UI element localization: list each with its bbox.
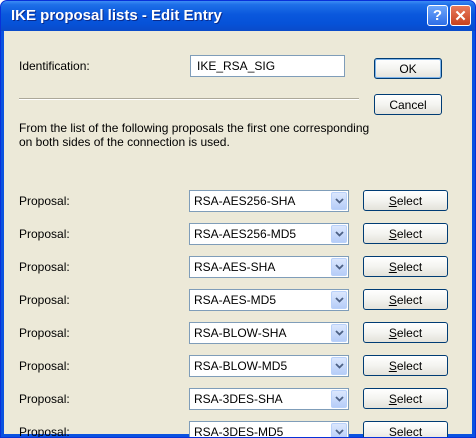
select-button-label: Select (388, 358, 423, 373)
proposal-info-text: From the list of the following proposals… (19, 121, 370, 149)
dropdown-arrow-button[interactable] (331, 225, 347, 243)
select-button[interactable]: Select (363, 421, 448, 438)
select-button[interactable]: Select (363, 388, 448, 409)
proposal-select[interactable]: RSA-3DES-SHA (189, 388, 349, 410)
dropdown-arrow-button[interactable] (331, 390, 347, 408)
dropdown-arrow-button[interactable] (331, 357, 347, 375)
proposal-row: Proposal: RSA-AES256-SHA Select (4, 189, 472, 213)
select-button-label: Select (388, 193, 423, 208)
chevron-down-icon (334, 429, 344, 435)
select-button-label: Select (388, 424, 423, 438)
proposal-label: Proposal: (19, 392, 70, 406)
chevron-down-icon (334, 297, 344, 303)
chevron-down-icon (334, 396, 344, 402)
proposal-value: RSA-AES-SHA (194, 260, 276, 274)
proposal-row: Proposal: RSA-3DES-SHA Select (4, 387, 472, 411)
proposal-row: Proposal: RSA-AES-SHA Select (4, 255, 472, 279)
window-title: IKE proposal lists - Edit Entry (11, 7, 222, 24)
chevron-down-icon (334, 198, 344, 204)
select-button-label: Select (388, 391, 423, 406)
ok-button[interactable]: OK (374, 58, 442, 79)
proposal-select[interactable]: RSA-AES-SHA (189, 256, 349, 278)
separator-line (19, 98, 359, 100)
proposal-row: Proposal: RSA-3DES-MD5 Select (4, 420, 472, 438)
proposal-value: RSA-BLOW-MD5 (194, 359, 288, 373)
select-button-label: Select (388, 325, 423, 340)
proposal-label: Proposal: (19, 326, 70, 340)
dialog-window: IKE proposal lists - Edit Entry ? ✕ Iden… (0, 0, 476, 438)
identification-input[interactable] (190, 55, 345, 77)
proposal-row: Proposal: RSA-AES256-MD5 Select (4, 222, 472, 246)
dropdown-arrow-button[interactable] (331, 192, 347, 210)
proposal-select[interactable]: RSA-3DES-MD5 (189, 421, 349, 438)
select-button[interactable]: Select (363, 355, 448, 376)
close-icon: ✕ (454, 7, 467, 25)
title-bar[interactable]: IKE proposal lists - Edit Entry ? ✕ (1, 1, 475, 31)
help-button[interactable]: ? (427, 5, 448, 26)
identification-label: Identification: (19, 59, 90, 73)
proposal-row: Proposal: RSA-BLOW-SHA Select (4, 321, 472, 345)
cancel-button[interactable]: Cancel (374, 94, 442, 115)
dropdown-arrow-button[interactable] (331, 423, 347, 437)
ok-button-label: OK (399, 61, 417, 76)
proposal-label: Proposal: (19, 227, 70, 241)
proposal-select[interactable]: RSA-BLOW-SHA (189, 322, 349, 344)
chevron-down-icon (334, 330, 344, 336)
select-button[interactable]: Select (363, 223, 448, 244)
proposal-row: Proposal: RSA-BLOW-MD5 Select (4, 354, 472, 378)
proposal-select[interactable]: RSA-AES256-MD5 (189, 223, 349, 245)
proposal-select[interactable]: RSA-BLOW-MD5 (189, 355, 349, 377)
select-button[interactable]: Select (363, 322, 448, 343)
close-button[interactable]: ✕ (450, 5, 471, 26)
proposal-value: RSA-AES-MD5 (194, 293, 277, 307)
help-icon: ? (432, 7, 443, 24)
proposal-label: Proposal: (19, 260, 70, 274)
select-button-label: Select (388, 226, 423, 241)
proposal-value: RSA-3DES-MD5 (194, 425, 284, 438)
proposal-select[interactable]: RSA-AES-MD5 (189, 289, 349, 311)
dropdown-arrow-button[interactable] (331, 291, 347, 309)
select-button[interactable]: Select (363, 190, 448, 211)
proposal-label: Proposal: (19, 359, 70, 373)
chevron-down-icon (334, 363, 344, 369)
proposal-label: Proposal: (19, 194, 70, 208)
chevron-down-icon (334, 264, 344, 270)
proposal-label: Proposal: (19, 425, 70, 438)
dropdown-arrow-button[interactable] (331, 324, 347, 342)
cancel-button-label: Cancel (389, 97, 427, 112)
select-button-label: Select (388, 259, 423, 274)
proposal-select[interactable]: RSA-AES256-SHA (189, 190, 349, 212)
proposal-value: RSA-AES256-SHA (194, 194, 296, 208)
proposal-row: Proposal: RSA-AES-MD5 Select (4, 288, 472, 312)
proposal-value: RSA-3DES-SHA (194, 392, 283, 406)
proposal-label: Proposal: (19, 293, 70, 307)
chevron-down-icon (334, 231, 344, 237)
proposal-value: RSA-AES256-MD5 (194, 227, 297, 241)
select-button-label: Select (388, 292, 423, 307)
proposal-value: RSA-BLOW-SHA (194, 326, 287, 340)
dialog-body: Identification: OK Cancel From the list … (4, 31, 472, 437)
select-button[interactable]: Select (363, 256, 448, 277)
select-button[interactable]: Select (363, 289, 448, 310)
dropdown-arrow-button[interactable] (331, 258, 347, 276)
